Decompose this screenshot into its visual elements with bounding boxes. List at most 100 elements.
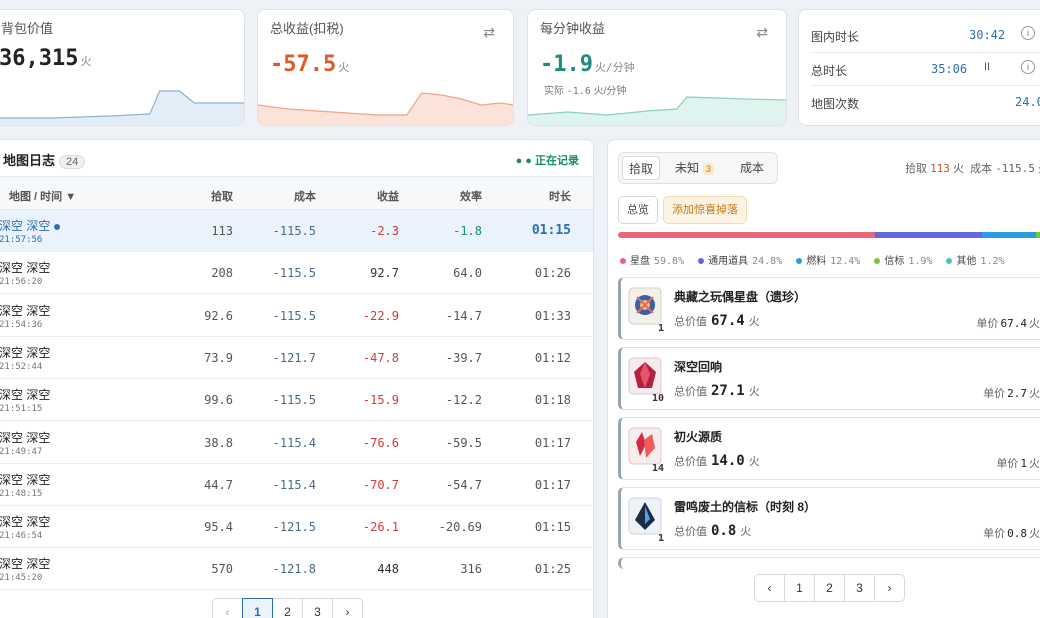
beacon-icon: 1 [628,496,664,544]
cost-cell: -115.4 [272,435,316,450]
page-2-button[interactable]: 2 [814,574,845,602]
item-total-value: 总价值 0.8 火 [674,523,752,539]
table-row[interactable]: 深空 深空 21:45:20 570 -121.8 448 316 01:25 [0,548,593,591]
legend-swatch [698,258,705,264]
item-name: 典藏之玩偶星盘（遗珍） [674,290,807,304]
map-name: 深空 深空 [0,345,51,360]
item-unit-price: 单价 2.7 火 [983,387,1040,400]
overview-button[interactable]: 总览 [618,196,658,224]
legend-percent: 12.4% [830,256,861,267]
drop-detail-panel: 拾取 未知3 成本 拾取 113 火 成本 -115.5 火 总览 添加惊喜掉落… [607,139,1040,618]
tab-unknown[interactable]: 未知 3 [667,156,722,180]
drop-item-card[interactable]: 1 雷鸣废土的信标（时刻 8） 总价值 0.8 火 单价 0.8 火 [618,487,1040,550]
total-profit-title: 总收益(扣税) [270,21,344,36]
fire-crystal-icon: 14 [628,426,664,474]
table-header: 地图 / 时间 ▼ 拾取 成本 收益 效率 时长 [0,176,593,210]
duration-cell: 01:33 [534,308,571,323]
pickup-cell: 95.4 [204,520,233,535]
next-page-button[interactable]: › [332,598,363,618]
detail-pagination: ‹ 1 2 3 › [754,574,905,602]
page-3-button[interactable]: 3 [844,574,875,602]
col-efficiency[interactable]: 效率 [460,188,482,204]
col-pickup[interactable]: 拾取 [211,188,233,204]
col-map-time[interactable]: 地图 / 时间 ▼ [9,188,76,204]
cost-cell: -115.5 [272,224,316,238]
prev-page-button[interactable]: ‹ [212,598,243,618]
map-count-value: 24.0 [1015,95,1040,109]
map-log-title: 地图日志 24 [3,150,86,169]
page-1-button[interactable]: 1 [242,598,273,618]
legend-label: 信标 [884,256,905,267]
legend-label: 通用道具 [708,256,749,267]
duration-cell: 01:17 [534,435,571,450]
map-time-row: 图内时长 30:42 i [811,18,1040,51]
profit-cell: -26.1 [362,520,399,535]
swap-icon[interactable]: ⇄ [756,24,768,41]
map-time: 21:45:20 [0,573,43,584]
drop-item-card[interactable]: 10 深空回响 总价值 27.1 火 单价 2.7 火 [618,347,1040,410]
map-name: 深空 深空 [0,388,51,403]
page-2-button[interactable]: 2 [272,598,303,618]
drop-item-card[interactable]: 14 初火源质 总价值 14.0 火 单价 1 火 [618,417,1040,480]
col-duration[interactable]: 时长 [549,188,571,204]
table-row[interactable]: 深空 深空 21:51:15 99.6 -115.5 -15.9 -12.2 01:18 [0,379,593,422]
col-profit[interactable]: 收益 [377,188,399,204]
map-time: 21:57:56 [0,235,43,245]
map-time: 21:52:44 [0,361,43,372]
map-name: 深空 深空 [0,217,61,234]
map-count-label: 地图次数 [811,97,860,111]
astrolabe-icon: 1 [628,286,664,334]
table-row[interactable]: 深空 深空 21:48:15 44.7 -115.4 -70.7 -54.7 01:17 [0,464,593,506]
total-time-value: 35:06 [931,62,968,76]
page-3-button[interactable]: 3 [302,598,333,618]
duration-cell: 01:26 [534,266,571,281]
item-quantity: 10 [651,393,664,404]
map-time: 21:48:15 [0,488,43,499]
table-row[interactable]: 深空 深空 21:54:36 92.6 -115.5 -22.9 -14.7 01:33 [0,295,593,337]
table-row[interactable]: 深空 深空 21:52:44 73.9 -121.7 -47.8 -39.7 01:12 [0,337,593,379]
next-page-button[interactable]: › [874,574,905,602]
table-row[interactable]: 深空 深空 21:57:56 113 -115.5 -2.3 -1.8 01:15 [0,210,593,252]
tab-cost[interactable]: 成本 [731,156,773,180]
total-time-row: 总时长 35:06 II i [811,52,1040,85]
map-name: 深空 深空 [0,261,51,276]
table-row[interactable]: 深空 深空 21:46:54 95.4 -121.5 -26.1 -20.69 01:15 [0,506,593,549]
pickup-cell: 99.6 [204,393,233,408]
legend-swatch [796,258,803,264]
map-time-label: 图内时长 [811,30,860,44]
swap-icon[interactable]: ⇄ [483,24,495,41]
total-time-label: 总时长 [811,64,848,78]
drop-item-card[interactable]: 1 典藏之玩偶星盘（遗珍） 总价值 67.4 火 单价 67.4 火 [618,277,1040,340]
item-total-value: 总价值 27.1 火 [674,383,760,399]
efficiency-cell: 316 [460,562,482,577]
legend-percent: 59.8% [654,256,685,267]
legend-percent: 1.2% [980,256,1005,267]
efficiency-cell: -1.8 [453,224,482,238]
cost-cell: -115.5 [272,393,316,408]
tab-pickup[interactable]: 拾取 [622,156,660,180]
info-icon[interactable]: i [1021,60,1035,74]
map-log-count: 24 [59,155,86,169]
table-row[interactable]: 深空 深空 21:56:20 208 -115.5 92.7 64.0 01:26 [0,252,593,295]
info-icon[interactable]: i [1021,26,1035,40]
efficiency-cell: -14.7 [445,308,482,323]
prev-page-button[interactable]: ‹ [754,574,785,602]
table-row[interactable]: 深空 深空 21:49:47 38.8 -115.4 -76.6 -59.5 01:17 [0,422,593,464]
bag-value-unit: 火 [80,55,92,68]
total-profit-sparkline [258,92,513,125]
cost-cell: -121.8 [272,562,316,577]
profit-cell: -22.9 [362,308,399,323]
page-1-button[interactable]: 1 [784,574,815,602]
col-cost[interactable]: 成本 [294,188,316,204]
drop-item-card[interactable] [618,557,1040,569]
item-unit-price: 单价 0.8 火 [983,527,1040,540]
cost-cell: -115.4 [272,477,316,492]
cost-cell: -121.5 [272,520,316,535]
add-surprise-drop-button[interactable]: 添加惊喜掉落 [663,196,747,224]
item-total-value: 总价值 14.0 火 [674,453,760,469]
detail-tabs: 拾取 未知 3 成本 [618,152,778,184]
efficiency-cell: 64.0 [453,266,482,281]
item-unit-price: 单价 67.4 火 [976,317,1040,330]
pause-icon[interactable]: II [984,61,990,73]
cost-cell: -115.5 [272,308,316,323]
